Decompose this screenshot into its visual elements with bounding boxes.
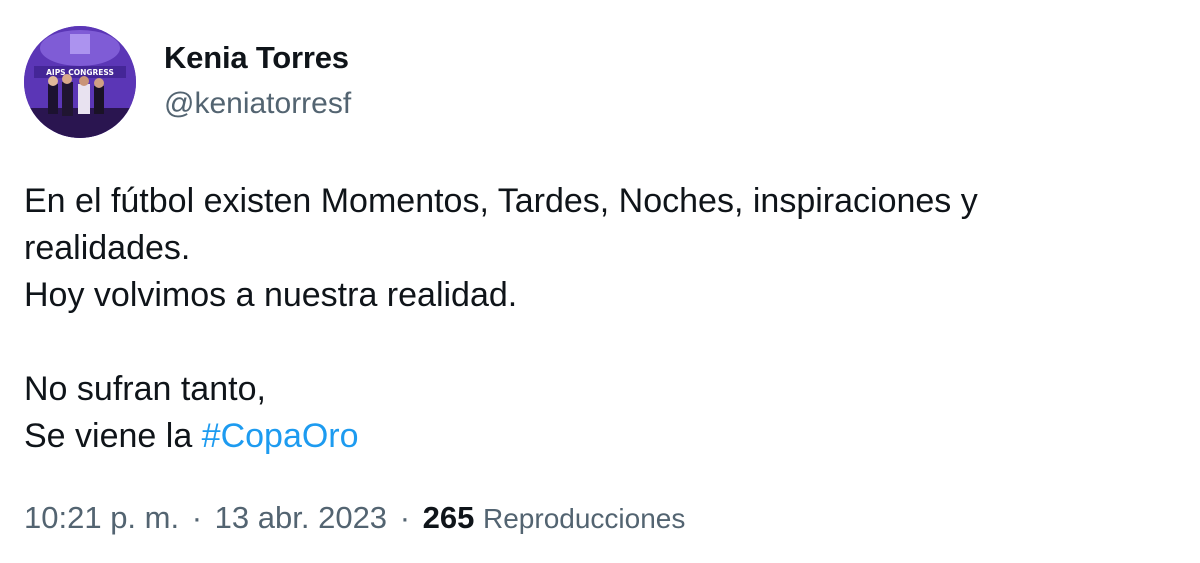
tweet-line: Hoy volvimos a nuestra realidad.	[24, 276, 518, 314]
meta-separator: ·	[191, 500, 203, 535]
author-block: Kenia Torres @keniatorresf	[164, 36, 351, 126]
tweet-line-prefix: Se viene la	[24, 417, 202, 455]
tweet-line: No sufran tanto,	[24, 370, 266, 408]
tweet-card: AIPS CONGRESS Kenia Torres @keniatorresf…	[0, 0, 1200, 563]
tweet-text: En el fútbol existen Momentos, Tardes, N…	[24, 178, 1184, 460]
tweet-line: En el fútbol existen Momentos, Tardes, N…	[24, 182, 978, 220]
tweet-date[interactable]: 13 abr. 2023	[215, 500, 387, 535]
author-handle[interactable]: @keniatorresf	[164, 82, 351, 126]
views-count: 265	[422, 500, 475, 535]
avatar[interactable]: AIPS CONGRESS	[24, 26, 136, 138]
tweet-meta: 10:21 p. m. · 13 abr. 2023 · 265 Reprodu…	[24, 496, 685, 541]
tweet-line-with-hashtag: Se viene la #CopaOro	[24, 413, 1184, 460]
author-display-name[interactable]: Kenia Torres	[164, 36, 351, 80]
tweet-time[interactable]: 10:21 p. m.	[24, 500, 179, 535]
views-label: Reproducciones	[483, 503, 686, 534]
hashtag-link[interactable]: #CopaOro	[202, 417, 359, 455]
tweet-line: realidades.	[24, 229, 191, 267]
meta-separator: ·	[399, 500, 411, 535]
avatar-image: AIPS CONGRESS	[24, 26, 136, 138]
avatar-logo-text: AIPS CONGRESS	[46, 68, 114, 77]
